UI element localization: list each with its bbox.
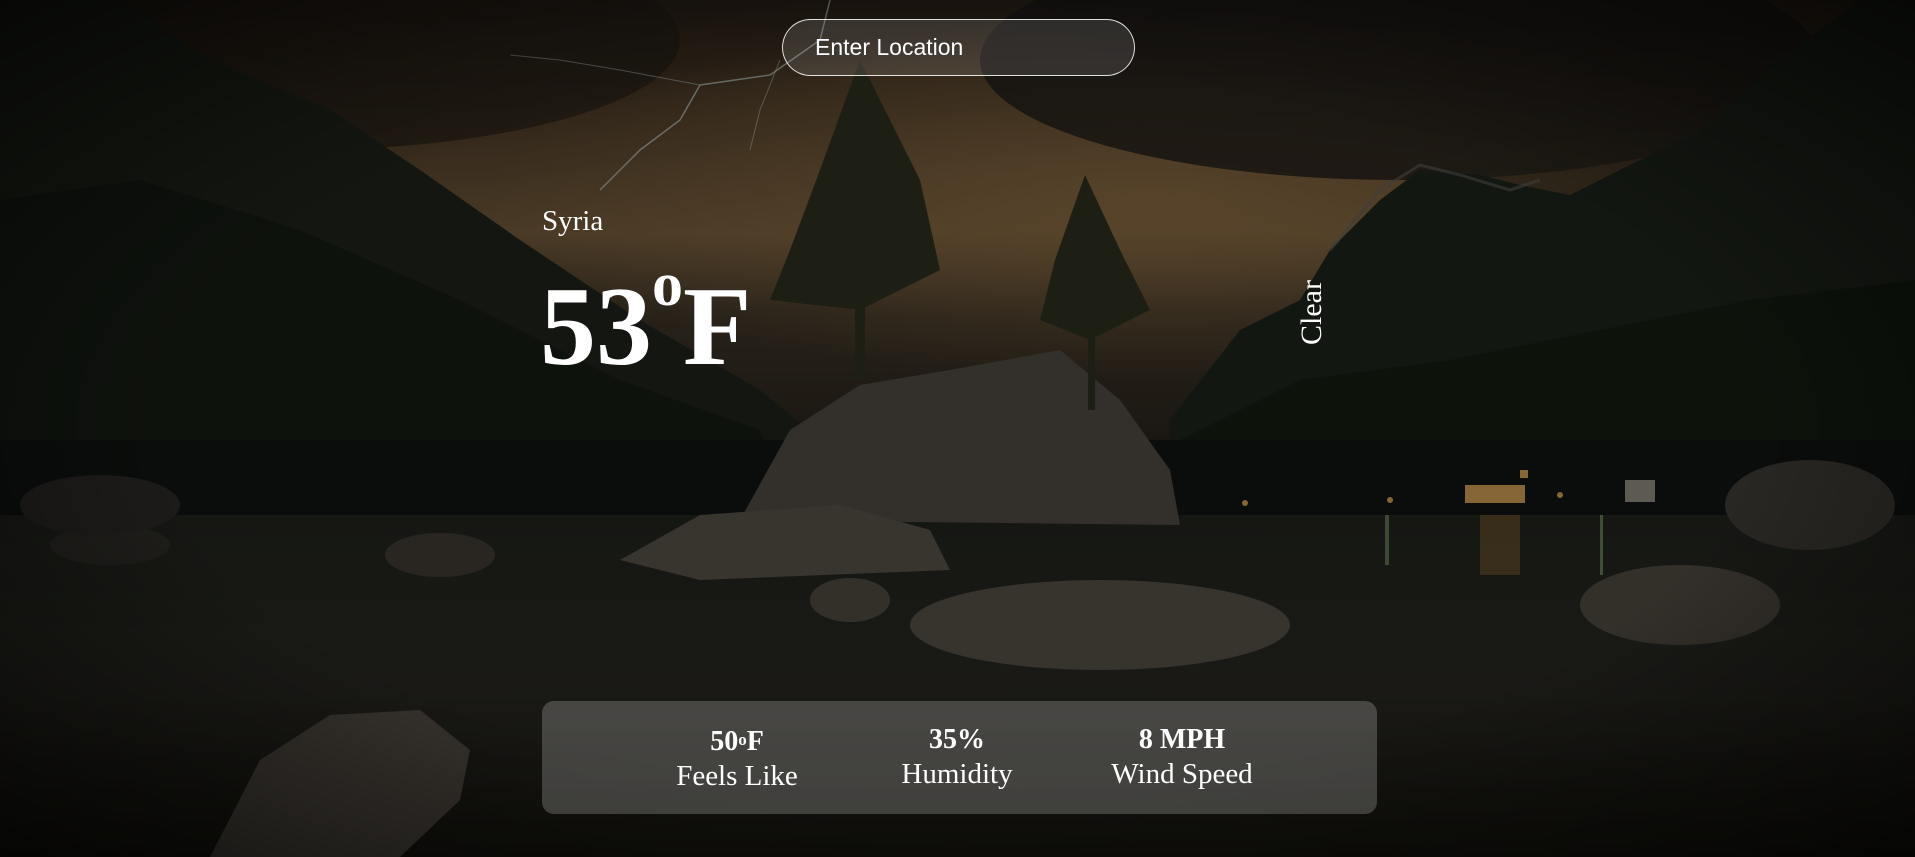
- location-search-bar[interactable]: [782, 19, 1135, 76]
- location-name: Syria: [542, 205, 604, 237]
- feels-like-stat: 50oF Feels Like: [662, 725, 812, 793]
- weather-stats-panel: 50oF Feels Like 35% Humidity 8 MPH Wind …: [542, 701, 1377, 814]
- wind-speed-stat: 8 MPH Wind Speed: [1102, 723, 1262, 791]
- humidity-label: Humidity: [901, 758, 1013, 790]
- feels-like-degree-symbol: o: [738, 730, 747, 749]
- current-temperature: 53oF: [540, 254, 752, 392]
- feels-like-number: 50: [710, 726, 739, 757]
- humidity-value: 35%: [929, 724, 985, 755]
- feels-like-unit: F: [746, 726, 764, 757]
- weather-condition: Clear: [1295, 280, 1328, 345]
- temperature-value: 53: [540, 265, 652, 389]
- feels-like-value: 50oF: [662, 725, 812, 759]
- temperature-unit: F: [683, 265, 752, 389]
- feels-like-label: Feels Like: [676, 760, 798, 792]
- degree-symbol: o: [652, 251, 683, 319]
- humidity-stat: 35% Humidity: [882, 723, 1032, 791]
- wind-speed-label: Wind Speed: [1111, 758, 1253, 790]
- location-search-input[interactable]: [813, 33, 1134, 62]
- wind-speed-value: 8 MPH: [1138, 724, 1226, 755]
